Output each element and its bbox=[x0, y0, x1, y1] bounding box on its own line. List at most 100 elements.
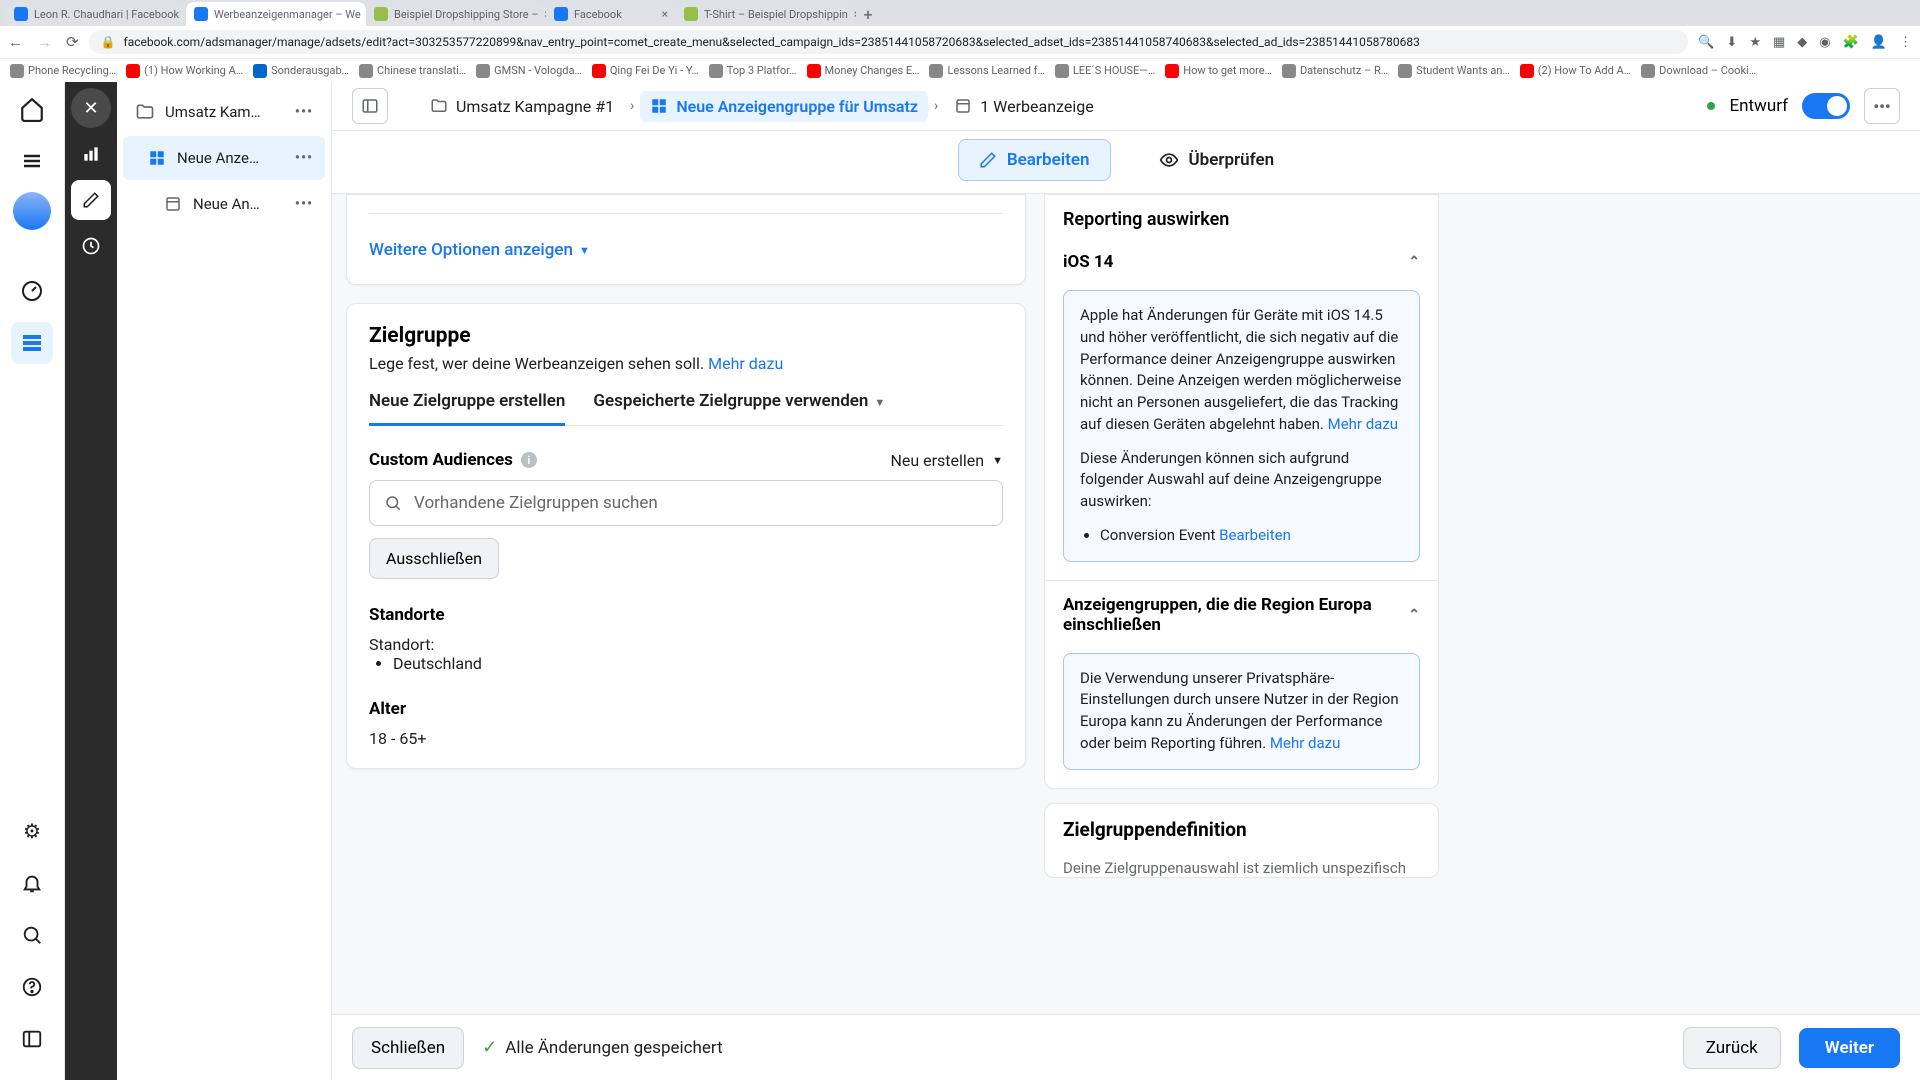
extension-icon[interactable]: ◉ bbox=[1819, 35, 1830, 50]
breadcrumb-campaign[interactable]: Umsatz Kampagne #1 bbox=[420, 91, 624, 122]
menu-icon[interactable]: ⋮ bbox=[1899, 35, 1912, 50]
pencil-icon[interactable] bbox=[71, 180, 111, 220]
panel-toggle-button[interactable] bbox=[352, 88, 388, 124]
browser-tab-strip: Leon R. Chaudhari | Facebook× Werbeanzei… bbox=[0, 0, 1920, 26]
address-bar: ← → ⟳ 🔒 facebook.com/adsmanager/manage/a… bbox=[0, 26, 1920, 58]
ads-table-icon[interactable] bbox=[11, 322, 53, 364]
browser-tab-active[interactable]: Werbeanzeigenmanager – We× bbox=[186, 2, 366, 26]
exclude-button[interactable]: Ausschließen bbox=[369, 538, 499, 579]
bookmark[interactable]: Qing Fei De Yi - Y… bbox=[592, 64, 699, 78]
nav-forward-icon[interactable]: → bbox=[37, 33, 52, 51]
locations-label: Standorte bbox=[369, 605, 1003, 625]
bookmark[interactable]: Money Changes E… bbox=[807, 64, 920, 78]
global-nav-rail: ⚙ bbox=[0, 82, 65, 1080]
audience-definition-card: Zielgruppendefinition Deine Zielgruppena… bbox=[1044, 803, 1439, 878]
ad-icon bbox=[163, 194, 183, 214]
location-value: Deutschland bbox=[393, 654, 1003, 673]
avatar[interactable] bbox=[13, 192, 51, 230]
tree-item-adset[interactable]: Neue Anze… ••• bbox=[123, 136, 325, 180]
browser-tab[interactable]: Leon R. Chaudhari | Facebook× bbox=[6, 2, 186, 26]
search-icon[interactable] bbox=[11, 914, 53, 956]
bookmark[interactable]: (1) How Working A… bbox=[126, 64, 243, 78]
bookmark[interactable]: Download – Cooki… bbox=[1641, 64, 1756, 78]
gauge-icon[interactable] bbox=[11, 270, 53, 312]
bookmark[interactable]: Datenschutz – R… bbox=[1282, 64, 1388, 78]
tree-label: Neue An… bbox=[193, 195, 285, 213]
more-icon[interactable]: ••• bbox=[295, 104, 313, 120]
ios14-warning: Apple hat Änderungen für Geräte mit iOS … bbox=[1063, 290, 1420, 562]
tree-label: Neue Anze… bbox=[177, 149, 285, 167]
collapse-icon[interactable] bbox=[11, 1018, 53, 1060]
bookmark[interactable]: Student Wants an… bbox=[1398, 64, 1510, 78]
nav-reload-icon[interactable]: ⟳ bbox=[66, 33, 79, 51]
help-icon[interactable] bbox=[11, 966, 53, 1008]
breadcrumb-ad[interactable]: 1 Werbeanzeige bbox=[944, 91, 1103, 122]
ios14-accordion-header[interactable]: iOS 14 ⌃ bbox=[1045, 238, 1438, 286]
nav-back-icon[interactable]: ← bbox=[8, 33, 23, 51]
previous-section-card: Weitere Optionen anzeigen ▼ bbox=[346, 194, 1026, 285]
tree-label: Umsatz Kam… bbox=[165, 103, 285, 121]
edit-link[interactable]: Bearbeiten bbox=[1219, 526, 1291, 544]
tree-item-ad[interactable]: Neue An… ••• bbox=[123, 182, 325, 226]
more-icon[interactable]: ••• bbox=[295, 150, 313, 166]
new-tab-button[interactable]: + bbox=[856, 2, 880, 26]
audience-search-input[interactable]: Vorhandene Zielgruppen suchen bbox=[369, 480, 1003, 526]
next-button[interactable]: Weiter bbox=[1799, 1028, 1900, 1068]
close-icon[interactable]: × bbox=[662, 7, 668, 21]
status-toggle[interactable] bbox=[1802, 93, 1850, 119]
info-icon[interactable]: i bbox=[521, 452, 537, 468]
editor-column: Weitere Optionen anzeigen ▼ Zielgruppe L… bbox=[346, 194, 1026, 787]
home-icon[interactable] bbox=[11, 88, 53, 130]
chevron-up-icon: ⌃ bbox=[1408, 607, 1420, 623]
tab-review[interactable]: Überprüfen bbox=[1139, 139, 1295, 181]
star-icon[interactable]: ★ bbox=[1749, 35, 1761, 50]
profile-icon[interactable]: 👤 bbox=[1871, 35, 1887, 50]
more-options-link[interactable]: Weitere Optionen anzeigen ▼ bbox=[369, 240, 1003, 260]
more-icon[interactable]: ••• bbox=[295, 196, 313, 212]
extension-icon[interactable]: ◆ bbox=[1797, 35, 1807, 50]
reporting-heading: Reporting auswirken bbox=[1045, 195, 1438, 238]
zoom-icon[interactable]: 🔍 bbox=[1698, 35, 1714, 50]
url-input[interactable]: 🔒 facebook.com/adsmanager/manage/adsets/… bbox=[89, 30, 1689, 54]
gear-icon[interactable]: ⚙ bbox=[11, 810, 53, 852]
chart-icon[interactable] bbox=[71, 134, 111, 174]
extension-icon[interactable]: ▦ bbox=[1773, 35, 1785, 50]
location-line: Standort: bbox=[369, 635, 1003, 654]
bookmark[interactable]: How to get more… bbox=[1165, 64, 1272, 78]
learn-more-link[interactable]: Mehr dazu bbox=[1328, 415, 1398, 433]
browser-tab[interactable]: Beispiel Dropshipping Store –× bbox=[366, 2, 546, 26]
europe-accordion-header[interactable]: Anzeigengruppen, die die Region Europa e… bbox=[1045, 580, 1438, 649]
browser-chrome: Leon R. Chaudhari | Facebook× Werbeanzei… bbox=[0, 0, 1920, 58]
bookmark[interactable]: Lessons Learned f… bbox=[929, 64, 1044, 78]
tab-edit[interactable]: Bearbeiten bbox=[958, 139, 1111, 181]
bookmark[interactable]: Chinese translati… bbox=[359, 64, 466, 78]
learn-more-link[interactable]: Mehr dazu bbox=[708, 354, 783, 373]
tab-new-audience[interactable]: Neue Zielgruppe erstellen bbox=[369, 391, 565, 425]
bookmark[interactable]: (2) How To Add A… bbox=[1520, 64, 1631, 78]
bookmark[interactable]: Top 3 Platfor… bbox=[709, 64, 797, 78]
bookmark[interactable]: Phone Recycling… bbox=[10, 64, 116, 78]
browser-tab[interactable]: T-Shirt – Beispiel Dropshippin× bbox=[676, 2, 856, 26]
bell-icon[interactable] bbox=[11, 862, 53, 904]
history-icon[interactable] bbox=[71, 226, 111, 266]
definition-title: Zielgruppendefinition bbox=[1063, 818, 1247, 841]
tree-item-campaign[interactable]: Umsatz Kam… ••• bbox=[123, 90, 325, 134]
bookmark[interactable]: Sonderausgab… bbox=[253, 64, 349, 78]
audience-tabs: Neue Zielgruppe erstellen Gespeicherte Z… bbox=[369, 391, 1003, 426]
chevron-up-icon: ⌃ bbox=[1408, 254, 1420, 270]
extension-icon[interactable]: 🧩 bbox=[1843, 35, 1859, 50]
more-actions-button[interactable]: ••• bbox=[1864, 88, 1900, 124]
learn-more-link[interactable]: Mehr dazu bbox=[1270, 734, 1340, 752]
tab-saved-audience[interactable]: Gespeicherte Zielgruppe verwenden▼ bbox=[593, 391, 885, 425]
back-button[interactable]: Zurück bbox=[1683, 1027, 1781, 1069]
bookmark[interactable]: GMSN - Vologda… bbox=[476, 64, 582, 78]
close-button[interactable]: Schließen bbox=[352, 1027, 464, 1069]
browser-tab[interactable]: Facebook× bbox=[546, 2, 676, 26]
download-icon[interactable]: ⬇ bbox=[1726, 35, 1737, 50]
age-value: 18 - 65+ bbox=[369, 729, 1003, 748]
create-new-button[interactable]: Neu erstellen ▼ bbox=[890, 451, 1003, 470]
close-editor-button[interactable]: ✕ bbox=[71, 88, 111, 128]
menu-icon[interactable] bbox=[11, 140, 53, 182]
bookmark[interactable]: LEE´S HOUSE—… bbox=[1055, 64, 1155, 78]
breadcrumb-adset[interactable]: Neue Anzeigengruppe für Umsatz bbox=[640, 91, 928, 122]
